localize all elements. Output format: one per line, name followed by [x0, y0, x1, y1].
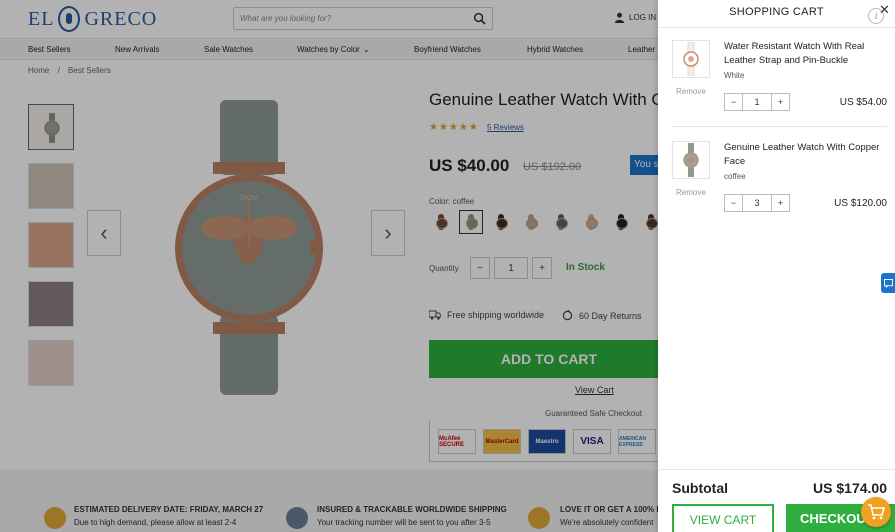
cart-item-price: US $120.00 [834, 198, 887, 209]
quantity-field[interactable]: 1 [743, 93, 771, 111]
cart-item-divider [672, 126, 887, 127]
cart-header-divider [658, 27, 895, 28]
cart-item-variant: White [724, 71, 745, 80]
remove-item-button[interactable]: Remove [676, 188, 706, 197]
cart-footer-divider [658, 469, 895, 470]
subtotal-label: Subtotal [672, 480, 728, 496]
cart-title: SHOPPING CART [729, 6, 824, 18]
view-cart-button[interactable]: VIEW CART [672, 504, 774, 532]
cart-fab-button[interactable] [861, 497, 891, 527]
cart-item: Remove Genuine Leather Watch With Copper… [672, 141, 887, 221]
modal-backdrop[interactable] [0, 0, 658, 532]
remove-item-button[interactable]: Remove [676, 87, 706, 96]
shopping-cart-drawer: SHOPPING CART i ✕ Remove Water Resistant… [658, 0, 895, 532]
increase-button[interactable]: + [771, 194, 790, 212]
chat-icon [883, 278, 893, 288]
cart-item: Remove Water Resistant Watch With Real L… [672, 40, 887, 120]
increase-button[interactable]: + [771, 93, 790, 111]
feedback-tab[interactable] [881, 273, 895, 293]
quantity-stepper: − 3 + [724, 194, 790, 212]
cart-item-price: US $54.00 [839, 97, 887, 108]
cart-item-image[interactable] [672, 141, 710, 179]
cart-item-variant: coffee [724, 172, 746, 181]
cart-item-name[interactable]: Genuine Leather Watch With Copper Face [724, 141, 884, 169]
subtotal-value: US $174.00 [813, 480, 887, 496]
decrease-button[interactable]: − [724, 194, 743, 212]
quantity-field[interactable]: 3 [743, 194, 771, 212]
close-icon[interactable]: ✕ [879, 2, 890, 18]
cart-item-image[interactable] [672, 40, 710, 78]
decrease-button[interactable]: − [724, 93, 743, 111]
cart-item-name[interactable]: Water Resistant Watch With Real Leather … [724, 40, 884, 68]
shopping-cart-icon [868, 504, 885, 520]
quantity-stepper: − 1 + [724, 93, 790, 111]
